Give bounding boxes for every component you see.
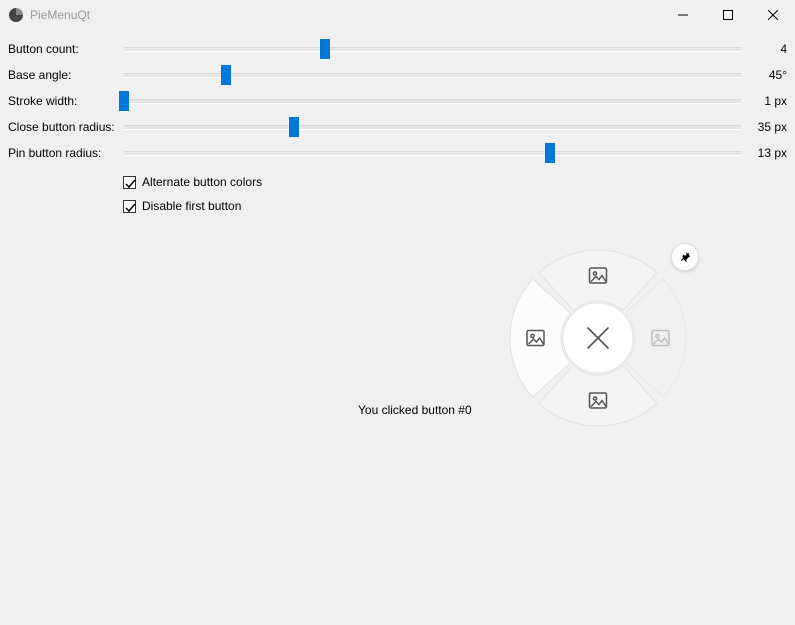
button-count-label: Button count: xyxy=(8,42,118,56)
window-title: PieMenuQt xyxy=(30,8,660,22)
stroke-width-value: 1 px xyxy=(747,94,787,108)
base-angle-value: 45° xyxy=(747,68,787,82)
close-button[interactable] xyxy=(750,0,795,30)
stroke-width-slider[interactable] xyxy=(124,91,741,111)
disable-first-checkbox[interactable] xyxy=(123,200,136,213)
pie-menu xyxy=(508,248,688,428)
close-radius-value: 35 px xyxy=(747,120,787,134)
stroke-width-label: Stroke width: xyxy=(8,94,118,108)
alternate-colors-checkbox[interactable] xyxy=(123,176,136,189)
pie-close-button[interactable] xyxy=(563,303,633,373)
alternate-colors-label: Alternate button colors xyxy=(142,175,262,189)
pin-radius-value: 13 px xyxy=(747,146,787,160)
button-count-slider[interactable] xyxy=(124,39,741,59)
close-radius-slider[interactable] xyxy=(124,117,741,137)
base-angle-slider[interactable] xyxy=(124,65,741,85)
button-count-value: 4 xyxy=(747,42,787,56)
disable-first-label: Disable first button xyxy=(142,199,241,213)
maximize-button[interactable] xyxy=(705,0,750,30)
app-icon xyxy=(8,7,24,23)
pin-radius-label: Pin button radius: xyxy=(8,146,118,160)
pin-radius-slider[interactable] xyxy=(124,143,741,163)
base-angle-label: Base angle: xyxy=(8,68,118,82)
status-text: You clicked button #0 xyxy=(358,403,472,417)
minimize-button[interactable] xyxy=(660,0,705,30)
titlebar: PieMenuQt xyxy=(0,0,795,30)
close-radius-label: Close button radius: xyxy=(8,120,118,134)
app-window: PieMenuQt Button count: 4 Base angle: 45… xyxy=(0,0,795,625)
pin-button[interactable] xyxy=(671,243,699,271)
